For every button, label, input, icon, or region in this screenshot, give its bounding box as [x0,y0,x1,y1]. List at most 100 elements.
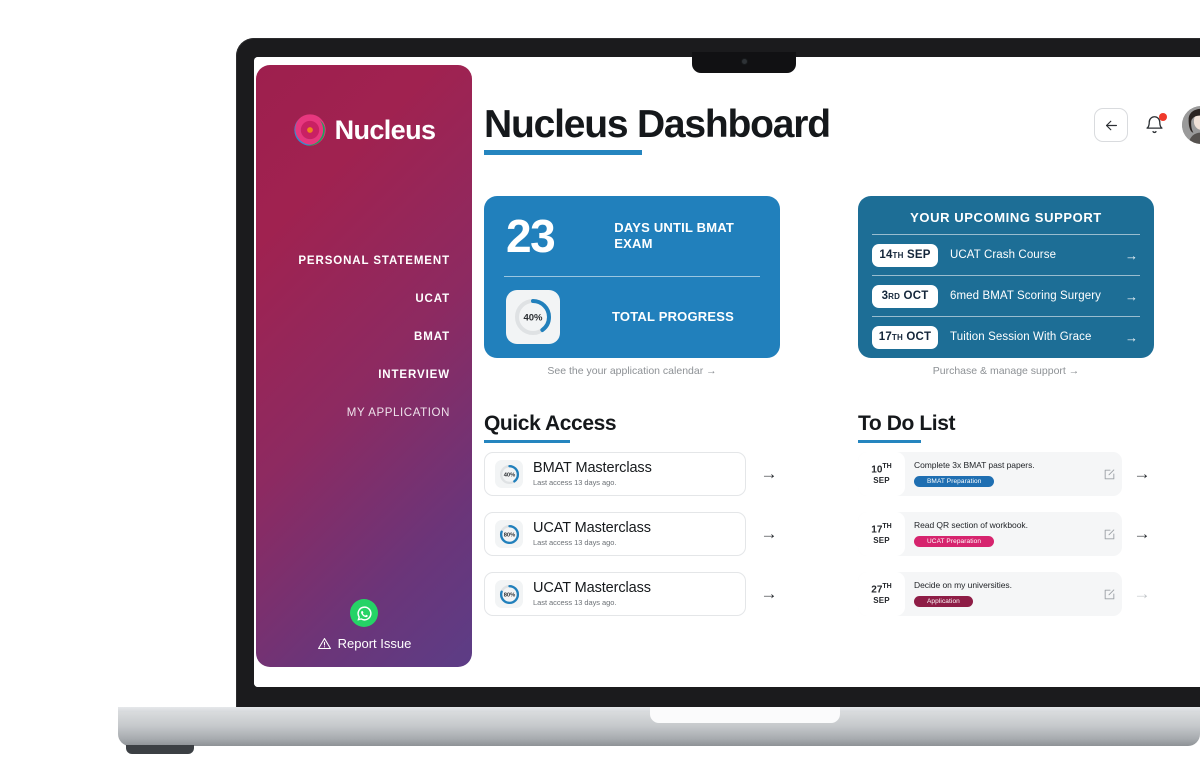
quick-access-title: Quick Access [484,412,617,435]
upcoming-support-title: YOUR UPCOMING SUPPORT [910,210,1102,225]
status-badge: BMAT Preparation [914,476,995,487]
progress-ring-icon: 80% [499,524,519,544]
todo-arrow-icon[interactable]: → [1130,464,1154,484]
todo-card[interactable]: 27TH SEP Decide on my universities. Appl… [858,572,1122,616]
quick-access-card[interactable]: 80% UCAT Masterclass Last access 13 days… [484,512,746,556]
support-row[interactable]: 3 RD OCT 6med BMAT Scoring Surgery → [872,275,1140,316]
course-last-access: Last access 13 days ago. [533,538,617,548]
page-title-underline [484,150,642,155]
support-date: 3 RD OCT [872,284,938,308]
todo-day: 27 [871,584,883,596]
todo-day-suffix: TH [882,522,892,530]
page-title: Nucleus Dashboard [484,103,831,146]
arrow-left-icon [1105,120,1117,130]
quick-access-card[interactable]: 40% BMAT Masterclass Last access 13 days… [484,452,746,496]
course-progress-ring: 80% [495,520,523,548]
sidebar-item-bmat[interactable]: BMAT [256,331,472,343]
todo-card[interactable]: 10TH SEP Complete 3x BMAT past papers. B… [858,452,1122,496]
purchase-manage-support-link[interactable]: Purchase & manage support → [858,365,1154,377]
support-date: 14 TH SEP [872,243,938,267]
course-progress-value: 80% [503,592,515,598]
sidebar-footer: Report Issue [256,599,472,651]
quick-access-arrow-icon[interactable]: → [758,524,780,544]
whatsapp-button[interactable] [350,599,378,627]
support-day-suffix: RD [888,291,901,301]
countdown-top: 23 DAYS UNTIL BMAT EXAM [484,196,780,276]
sidebar-item-interview[interactable]: INTERVIEW [256,369,472,381]
sidebar: Nucleus PERSONAL STATEMENT UCAT BMAT INT… [256,65,472,667]
support-arrow-icon[interactable]: → [1125,289,1138,304]
avatar[interactable] [1182,106,1200,144]
todo-edit-button[interactable] [1096,468,1122,481]
total-progress-label: TOTAL PROGRESS [612,309,734,325]
report-issue-label: Report Issue [337,636,412,651]
dashboard-app: Nucleus PERSONAL STATEMENT UCAT BMAT INT… [254,57,1200,687]
laptop-grip-notch [650,707,840,723]
sidebar-item-my-application[interactable]: MY APPLICATION [256,407,472,419]
progress-ring-icon: 80% [499,584,519,604]
notifications-button[interactable] [1144,112,1167,138]
support-arrow-icon[interactable]: → [1125,248,1138,263]
notification-badge [1159,113,1167,121]
report-issue-button[interactable]: Report Issue [317,636,412,651]
todo-underline [858,440,921,443]
todo-title: To Do List [858,412,956,435]
table-row: 27TH SEP Decide on my universities. Appl… [858,572,1154,616]
course-name: UCAT Masterclass [533,579,651,596]
table-row: 17TH SEP Read QR section of workbook. UC… [858,512,1154,556]
support-day: 14 [879,249,893,261]
quick-access-arrow-icon[interactable]: → [758,584,780,604]
sidebar-item-personal-statement[interactable]: PERSONAL STATEMENT [256,255,472,267]
course-progress-ring: 80% [495,580,523,608]
edit-square-icon [1104,468,1114,479]
course-last-access: Last access 13 days ago. [533,598,617,608]
support-day-suffix: TH [891,332,903,342]
support-day: 3 [881,290,889,302]
support-arrow-icon[interactable]: → [1125,330,1138,345]
support-month: SEP [907,249,931,261]
edit-square-icon [1104,528,1114,539]
countdown-bottom: 40% TOTAL PROGRESS [484,277,780,357]
support-day-suffix: TH [892,250,904,260]
todo-day: 10 [871,464,883,476]
edit-square-icon [1104,588,1114,599]
support-title: 6med BMAT Scoring Surgery [950,290,1101,302]
total-progress-ring: 40% [506,290,560,344]
laptop-mockup-scene: Nucleus PERSONAL STATEMENT UCAT BMAT INT… [0,0,1200,759]
todo-arrow-icon[interactable]: → [1130,524,1154,544]
todo-edit-button[interactable] [1096,588,1122,601]
upcoming-support-card: YOUR UPCOMING SUPPORT 14 TH SEP UCAT Cras… [858,196,1154,358]
application-calendar-link[interactable]: See the your application calendar → [484,365,780,377]
todo-body: Complete 3x BMAT past papers. BMAT Prepa… [905,460,1096,488]
todo-date: 17TH SEP [858,512,905,556]
course-last-access: Last access 13 days ago. [533,478,617,488]
user-avatar-icon [1182,106,1200,144]
sidebar-nav: PERSONAL STATEMENT UCAT BMAT INTERVIEW M… [256,255,472,419]
support-title: Tuition Session With Grace [950,331,1092,343]
back-button[interactable] [1094,108,1128,142]
course-name: UCAT Masterclass [533,519,651,536]
sidebar-item-ucat[interactable]: UCAT [256,293,472,305]
progress-ring-icon: 40% [499,464,519,484]
todo-month: SEP [873,535,890,545]
todo-text: Complete 3x BMAT past papers. [914,460,1035,470]
todo-edit-button[interactable] [1096,528,1122,541]
quick-access-card[interactable]: 80% UCAT Masterclass Last access 13 days… [484,572,746,616]
support-row[interactable]: 14 TH SEP UCAT Crash Course → [872,234,1140,275]
todo-day-suffix: TH [882,582,892,590]
todo-day-suffix: TH [882,462,892,470]
support-title: UCAT Crash Course [950,249,1057,261]
table-row: 10TH SEP Complete 3x BMAT past papers. B… [858,452,1154,496]
nucleus-logo-icon [293,114,326,146]
todo-card[interactable]: 17TH SEP Read QR section of workbook. UC… [858,512,1122,556]
page-title-wrap: Nucleus Dashboard [484,103,831,155]
brand: Nucleus [256,113,472,147]
webcam-icon [742,59,747,64]
status-badge: UCAT Preparation [914,536,995,547]
support-month: OCT [906,331,932,343]
list-item: 80% UCAT Masterclass Last access 13 days… [484,572,780,616]
warning-triangle-icon [317,637,331,650]
support-row[interactable]: 17 TH OCT Tuition Session With Grace → [872,316,1140,357]
todo-arrow-icon[interactable]: → [1130,584,1154,604]
quick-access-arrow-icon[interactable]: → [758,464,780,484]
